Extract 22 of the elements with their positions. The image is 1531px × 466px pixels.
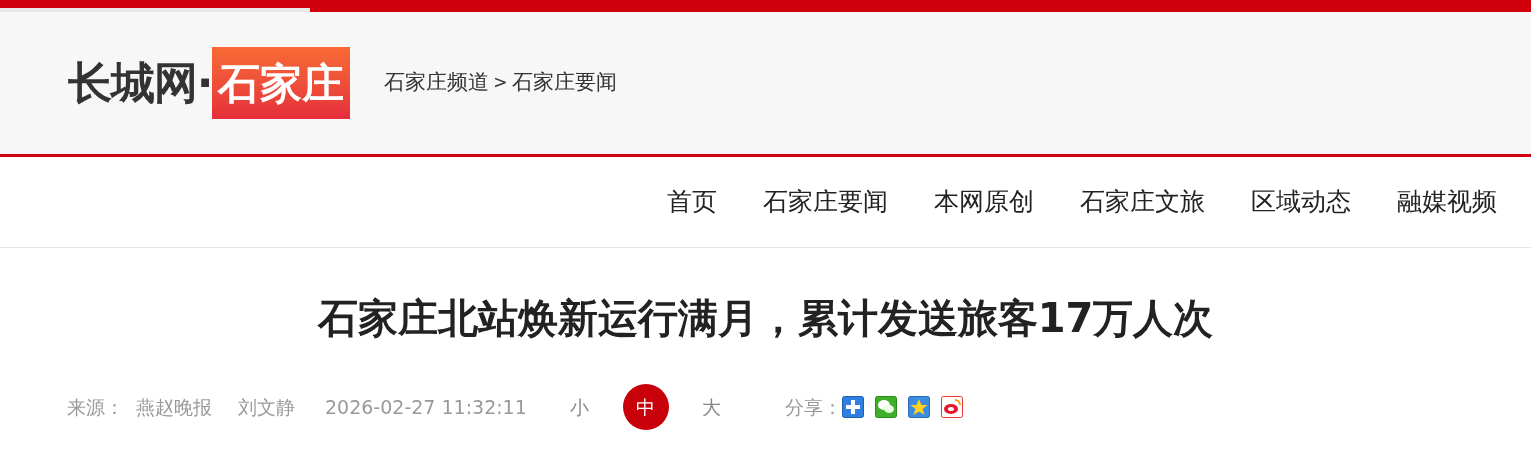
site-logo[interactable]: 长城网·石家庄 xyxy=(68,47,351,119)
nav-link[interactable]: 融媒视频 xyxy=(1397,183,1497,221)
author-name: 刘文静 xyxy=(238,394,295,420)
share-label: 分享： xyxy=(784,394,842,420)
breadcrumb-link[interactable]: 石家庄频道 xyxy=(384,67,490,99)
nav-link[interactable]: 石家庄要闻 xyxy=(763,183,888,221)
publish-time: 2026-02-27 11:32:11 xyxy=(325,394,527,420)
breadcrumb-separator: > xyxy=(493,71,508,95)
nav-link[interactable]: 石家庄文旅 xyxy=(1080,183,1205,221)
nav-link[interactable]: 本网原创 xyxy=(934,183,1034,221)
chat-bubbles-icon[interactable] xyxy=(874,396,897,418)
nav-link[interactable]: 区域动态 xyxy=(1251,183,1351,221)
font-size-button[interactable]: 中 xyxy=(622,384,669,430)
source-label: 来源： xyxy=(67,394,124,420)
font-size-button[interactable]: 大 xyxy=(688,384,735,430)
font-size-button[interactable]: 小 xyxy=(556,384,603,430)
article-title: 石家庄北站焕新运行满月，累计发送旅客17万人次 xyxy=(316,294,1215,343)
nav-link[interactable]: 首页 xyxy=(667,183,717,221)
breadcrumb-link[interactable]: 石家庄要闻 xyxy=(511,67,617,99)
star-icon[interactable] xyxy=(907,396,930,418)
source-name: 燕赵晚报 xyxy=(136,394,212,420)
share-plus-icon[interactable] xyxy=(841,396,864,418)
